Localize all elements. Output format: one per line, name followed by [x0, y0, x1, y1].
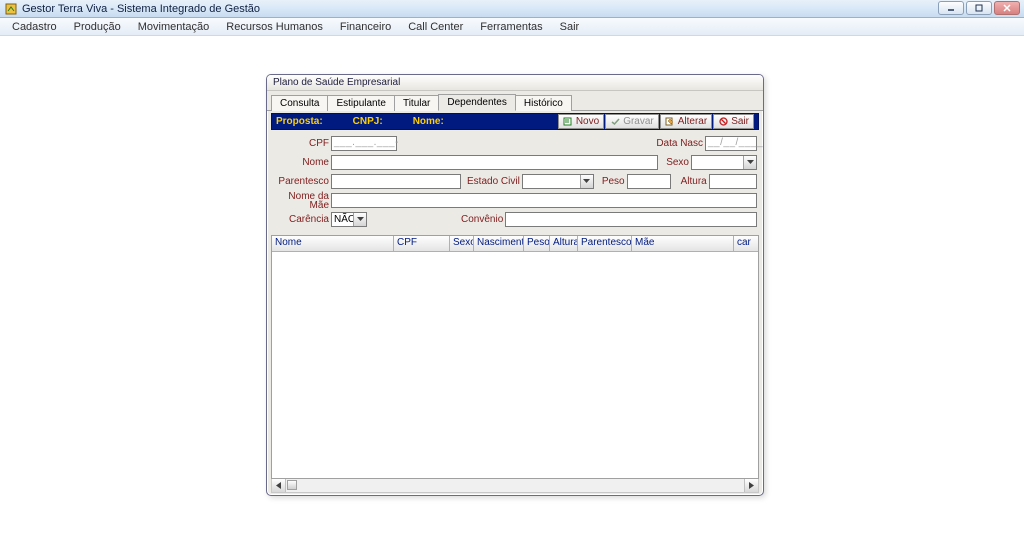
estado-civil-label: Estado Civil — [467, 176, 520, 187]
nome-bar-label: Nome: — [413, 116, 444, 127]
proposta-label: Proposta: — [276, 116, 323, 127]
tab-dependentes[interactable]: Dependentes — [438, 94, 516, 111]
menu-call-center[interactable]: Call Center — [400, 20, 471, 34]
scroll-right-button[interactable] — [744, 479, 758, 492]
grid-body — [272, 252, 758, 478]
sair-button[interactable]: Sair — [713, 114, 754, 129]
menu-cadastro[interactable]: Cadastro — [4, 20, 65, 34]
col-mae[interactable]: Mãe — [632, 236, 734, 251]
col-cpf[interactable]: CPF — [394, 236, 450, 251]
minimize-button[interactable] — [938, 1, 964, 15]
panel-title: Plano de Saúde Empresarial — [267, 75, 763, 91]
carencia-label: Carência — [273, 214, 329, 225]
scroll-thumb[interactable] — [287, 480, 297, 490]
peso-label: Peso — [602, 176, 625, 187]
menu-producao[interactable]: Produção — [66, 20, 129, 34]
tab-consulta[interactable]: Consulta — [271, 95, 328, 111]
convenio-input[interactable] — [505, 212, 757, 227]
panel-plano-saude: Plano de Saúde Empresarial Consulta Esti… — [266, 74, 764, 496]
cpf-input[interactable]: ___.___.___-__ — [331, 136, 397, 151]
menu-ferramentas[interactable]: Ferramentas — [472, 20, 550, 34]
check-icon — [610, 117, 620, 127]
col-car[interactable]: car — [734, 236, 758, 251]
col-nome[interactable]: Nome — [272, 236, 394, 251]
gravar-button[interactable]: Gravar — [605, 114, 659, 129]
peso-input[interactable] — [627, 174, 671, 189]
menu-financeiro[interactable]: Financeiro — [332, 20, 399, 34]
data-nasc-label: Data Nasc — [656, 138, 703, 149]
parentesco-label: Parentesco — [273, 176, 329, 187]
cnpj-label: CNPJ: — [353, 116, 383, 127]
dependentes-grid[interactable]: Nome CPF Sexo Nascimento Peso Altura Par… — [271, 235, 759, 479]
tab-historico[interactable]: Histórico — [515, 95, 572, 111]
edit-icon — [665, 117, 675, 127]
horizontal-scrollbar[interactable] — [271, 479, 759, 493]
form-area: CPF ___.___.___-__ Data Nasc __/__/____ … — [267, 132, 763, 231]
col-peso[interactable]: Peso — [524, 236, 550, 251]
novo-label: Novo — [576, 116, 599, 127]
gravar-label: Gravar — [623, 116, 654, 127]
novo-button[interactable]: Novo — [558, 114, 604, 129]
nome-mae-label: Nome da Mãe — [273, 192, 329, 210]
nome-input[interactable] — [331, 155, 658, 170]
grid-header: Nome CPF Sexo Nascimento Peso Altura Par… — [272, 236, 758, 252]
sexo-label: Sexo — [666, 157, 689, 168]
window-titlebar: Gestor Terra Viva - Sistema Integrado de… — [0, 0, 1024, 18]
new-icon — [563, 117, 573, 127]
alterar-button[interactable]: Alterar — [660, 114, 712, 129]
info-bar: Proposta: CNPJ: Nome: Novo Gravar Altera… — [271, 113, 759, 130]
col-sexo[interactable]: Sexo — [450, 236, 474, 251]
tab-titular[interactable]: Titular — [394, 95, 439, 111]
exit-icon — [718, 117, 728, 127]
estado-civil-select[interactable] — [522, 174, 594, 189]
carencia-select[interactable]: NÃO — [331, 212, 367, 227]
chevron-down-icon — [580, 175, 593, 188]
window-title: Gestor Terra Viva - Sistema Integrado de… — [22, 3, 260, 15]
chevron-down-icon — [353, 213, 366, 226]
menu-recursos-humanos[interactable]: Recursos Humanos — [218, 20, 331, 34]
scroll-left-button[interactable] — [272, 479, 286, 492]
tab-estipulante[interactable]: Estipulante — [327, 95, 394, 111]
cpf-label: CPF — [273, 138, 329, 149]
convenio-label: Convênio — [461, 214, 503, 225]
parentesco-input[interactable] — [331, 174, 461, 189]
nome-mae-input[interactable] — [331, 193, 757, 208]
close-button[interactable] — [994, 1, 1020, 15]
tab-row: Consulta Estipulante Titular Dependentes… — [267, 91, 763, 111]
altura-input[interactable] — [709, 174, 757, 189]
menubar: Cadastro Produção Movimentação Recursos … — [0, 18, 1024, 36]
col-nascimento[interactable]: Nascimento — [474, 236, 524, 251]
data-nasc-input[interactable]: __/__/____ — [705, 136, 757, 151]
alterar-label: Alterar — [678, 116, 707, 127]
menu-movimentacao[interactable]: Movimentação — [130, 20, 218, 34]
nome-label: Nome — [273, 157, 329, 168]
col-parentesco[interactable]: Parentesco — [578, 236, 632, 251]
col-altura[interactable]: Altura — [550, 236, 578, 251]
chevron-down-icon — [743, 156, 756, 169]
sair-label: Sair — [731, 116, 749, 127]
maximize-button[interactable] — [966, 1, 992, 15]
altura-label: Altura — [681, 176, 707, 187]
menu-sair[interactable]: Sair — [552, 20, 588, 34]
sexo-select[interactable] — [691, 155, 757, 170]
app-icon — [4, 2, 18, 16]
